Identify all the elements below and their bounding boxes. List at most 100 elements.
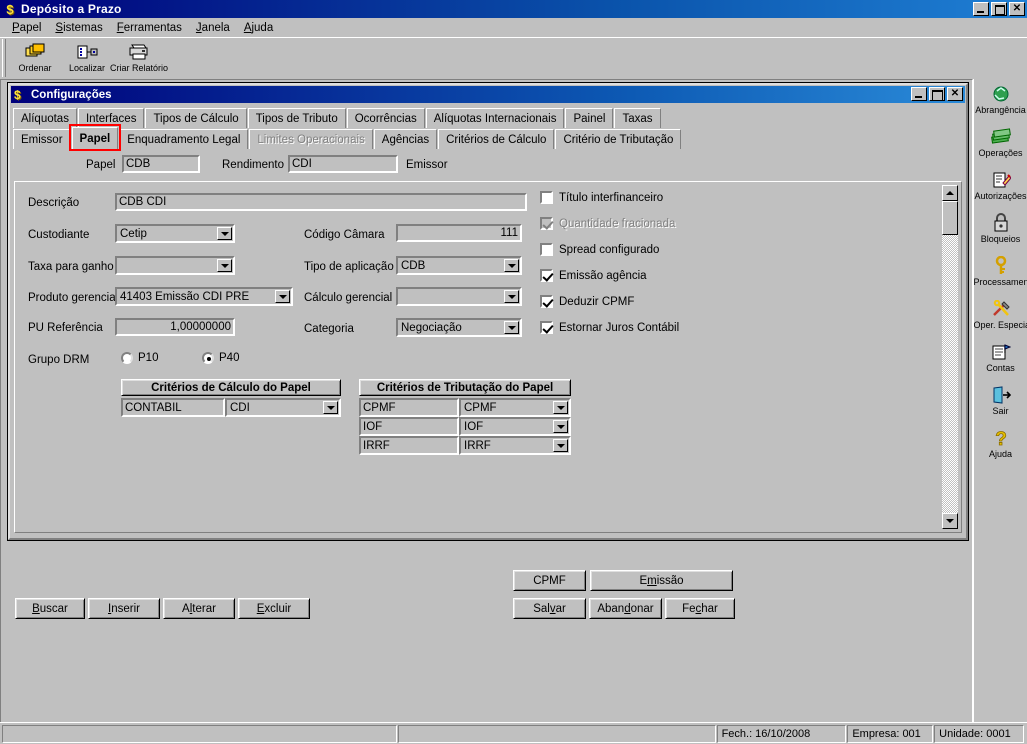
scroll-down-button[interactable] [942, 513, 958, 529]
menu-papel[interactable]: Papel [5, 20, 48, 36]
sidebar-label: Bloqueios [980, 234, 1021, 244]
toolbar-button-criar-relatorio[interactable]: Criar Relatório [110, 39, 168, 77]
salvar-button[interactable]: Sal v ar [513, 598, 586, 619]
grupo-drm-radio-p40[interactable]: P40 [202, 352, 239, 364]
tab-ocorrencias[interactable]: Ocorrências [346, 108, 425, 128]
chevron-down-icon[interactable] [553, 420, 568, 433]
emissao-button[interactable]: Em issão [590, 570, 733, 591]
scrollbar-track[interactable] [942, 201, 958, 513]
criterio-tributacao-name[interactable]: IOF [359, 417, 459, 436]
menu-ajuda[interactable]: Ajuda [237, 20, 280, 36]
checkbox-titulo-interfinanceiro[interactable]: Título interfinanceiro [540, 190, 690, 205]
chevron-down-icon[interactable] [553, 439, 568, 452]
taxa-ganho-combobox[interactable] [115, 256, 235, 275]
fechar-button[interactable]: Fe c har [665, 598, 735, 619]
checkbox-estornar-juros-contabil[interactable]: Estornar Juros Contábil [540, 320, 690, 335]
child-minimize-button[interactable] [911, 87, 927, 101]
grupo-drm-radio-p10[interactable]: P10 [121, 352, 158, 364]
buscar-button[interactable]: Buscar [15, 598, 85, 619]
tab-tipos-de-calculo[interactable]: Tipos de Cálculo [145, 108, 247, 128]
produto-gerencial-combobox[interactable]: 41403 Emissão CDI PRE [115, 287, 293, 306]
chevron-down-icon[interactable] [217, 227, 232, 240]
sidebar-item-operacoes[interactable]: Operações [975, 126, 1027, 166]
chevron-down-icon[interactable] [553, 401, 568, 414]
custodiante-combobox[interactable]: Cetip [115, 224, 235, 243]
rendimento-field[interactable]: CDI [288, 155, 398, 173]
chevron-down-icon[interactable] [275, 290, 290, 303]
sidebar-item-bloqueios[interactable]: Bloqueios [975, 212, 1027, 252]
toolbar-button-localizar[interactable]: Localizar [61, 39, 113, 77]
tab-painel[interactable]: Painel [565, 108, 614, 128]
sidebar-item-abrangencia[interactable]: Abrangência [975, 83, 1027, 123]
sidebar-item-oper-especiais[interactable]: Oper. Especiais [974, 298, 1027, 338]
sidebar-item-contas[interactable]: Contas [975, 341, 1027, 381]
criterio-tributacao-name[interactable]: CPMF [359, 398, 459, 417]
status-pane-empresa: Empresa: 001 [847, 724, 934, 743]
tipo-aplicacao-combobox[interactable]: CDB [396, 256, 522, 275]
tab-tipos-de-tributo[interactable]: Tipos de Tributo [247, 108, 346, 128]
close-button[interactable]: ✕ [1009, 2, 1025, 16]
checkbox-spread-configurado[interactable]: Spread configurado [540, 242, 690, 257]
checkbox-quantidade-fracionada: Quantidade fracionada [540, 216, 690, 231]
criterio-tributacao-combobox[interactable]: IRRF [459, 436, 571, 455]
crud-button-bar: Buscar Inserir Al terar Excluir [15, 598, 310, 619]
grupo-drm-label: Grupo DRM [28, 354, 90, 366]
checkbox-indicator [540, 191, 553, 204]
child-close-button[interactable]: ✕ [947, 87, 963, 101]
tab-enquadramento-legal[interactable]: Enquadramento Legal [119, 129, 249, 149]
chevron-down-icon[interactable] [504, 321, 519, 334]
child-maximize-button[interactable] [929, 87, 945, 101]
menu-ferramentas[interactable]: Ferramentas [110, 20, 189, 36]
toolbar-grip[interactable] [2, 39, 6, 77]
menu-janela[interactable]: Janela [189, 20, 237, 36]
tab-agencias[interactable]: Agências [373, 129, 438, 149]
codigo-camara-input[interactable]: 111 [396, 224, 522, 242]
sidebar-item-processamento[interactable]: Processamento [974, 255, 1027, 295]
cpmf-button[interactable]: CPMF [513, 570, 586, 591]
tab-aliquotas-internacionais[interactable]: Alíquotas Internacionais [425, 108, 565, 128]
inserir-button[interactable]: Inserir [88, 598, 160, 619]
tab-emissor[interactable]: Emissor [13, 129, 71, 149]
tab-criterios-de-calculo[interactable]: Critérios de Cálculo [438, 129, 555, 149]
tab-aliquotas[interactable]: Alíquotas [13, 108, 77, 128]
checkbox-deduzir-cpmf[interactable]: Deduzir CPMF [540, 294, 690, 309]
sidebar-label: Contas [986, 363, 1015, 373]
restore-button[interactable] [991, 2, 1007, 16]
sidebar-item-ajuda[interactable]: ? Ajuda [975, 427, 1027, 467]
excluir-button[interactable]: Excluir [238, 598, 310, 619]
chevron-down-icon[interactable] [323, 401, 338, 414]
checkbox-emissao-agencia[interactable]: Emissão agência [540, 268, 690, 283]
categoria-combobox[interactable]: Negociação [396, 318, 522, 337]
criterio-tributacao-name[interactable]: IRRF [359, 436, 459, 455]
alterar-button[interactable]: Al terar [163, 598, 235, 619]
sidebar-item-sair[interactable]: Sair [975, 384, 1027, 424]
calculo-gerencial-combobox[interactable] [396, 287, 522, 306]
pu-referencia-input[interactable]: 1,00000000 [115, 318, 235, 336]
form-vertical-scrollbar[interactable] [942, 185, 958, 529]
main-menubar: Papel Sistemas Ferramentas Janela Ajuda [0, 18, 1027, 37]
tab-criterio-de-tributacao[interactable]: Critério de Tributação [555, 129, 682, 149]
chevron-down-icon[interactable] [217, 259, 232, 272]
criterio-calculo-name[interactable]: CONTABIL [121, 398, 225, 417]
abandonar-button[interactable]: Aban d onar [589, 598, 662, 619]
tab-interfaces[interactable]: Interfaces [77, 108, 145, 128]
money-stack-icon [990, 126, 1012, 148]
scroll-up-button[interactable] [942, 185, 958, 201]
criterio-tributacao-combobox[interactable]: IOF [459, 417, 571, 436]
scrollbar-thumb[interactable] [942, 201, 958, 235]
papel-field[interactable]: CDB [122, 155, 200, 173]
tab-papel[interactable]: Papel [68, 124, 122, 151]
criterio-calculo-combobox[interactable]: CDI [225, 398, 341, 417]
checkbox-label: Título interfinanceiro [559, 191, 664, 204]
printer-icon [127, 42, 151, 62]
sidebar-label: Ajuda [988, 449, 1013, 459]
criterio-tributacao-combobox[interactable]: CPMF [459, 398, 571, 417]
sidebar-item-autorizacoes[interactable]: Autorizações [974, 169, 1027, 209]
menu-sistemas[interactable]: Sistemas [48, 20, 109, 36]
chevron-down-icon[interactable] [504, 259, 519, 272]
chevron-down-icon[interactable] [504, 290, 519, 303]
toolbar-button-ordenar[interactable]: Ordenar [9, 39, 61, 77]
minimize-button[interactable] [973, 2, 989, 16]
descricao-input[interactable]: CDB CDI [115, 193, 527, 211]
tab-taxas[interactable]: Taxas [614, 108, 661, 128]
